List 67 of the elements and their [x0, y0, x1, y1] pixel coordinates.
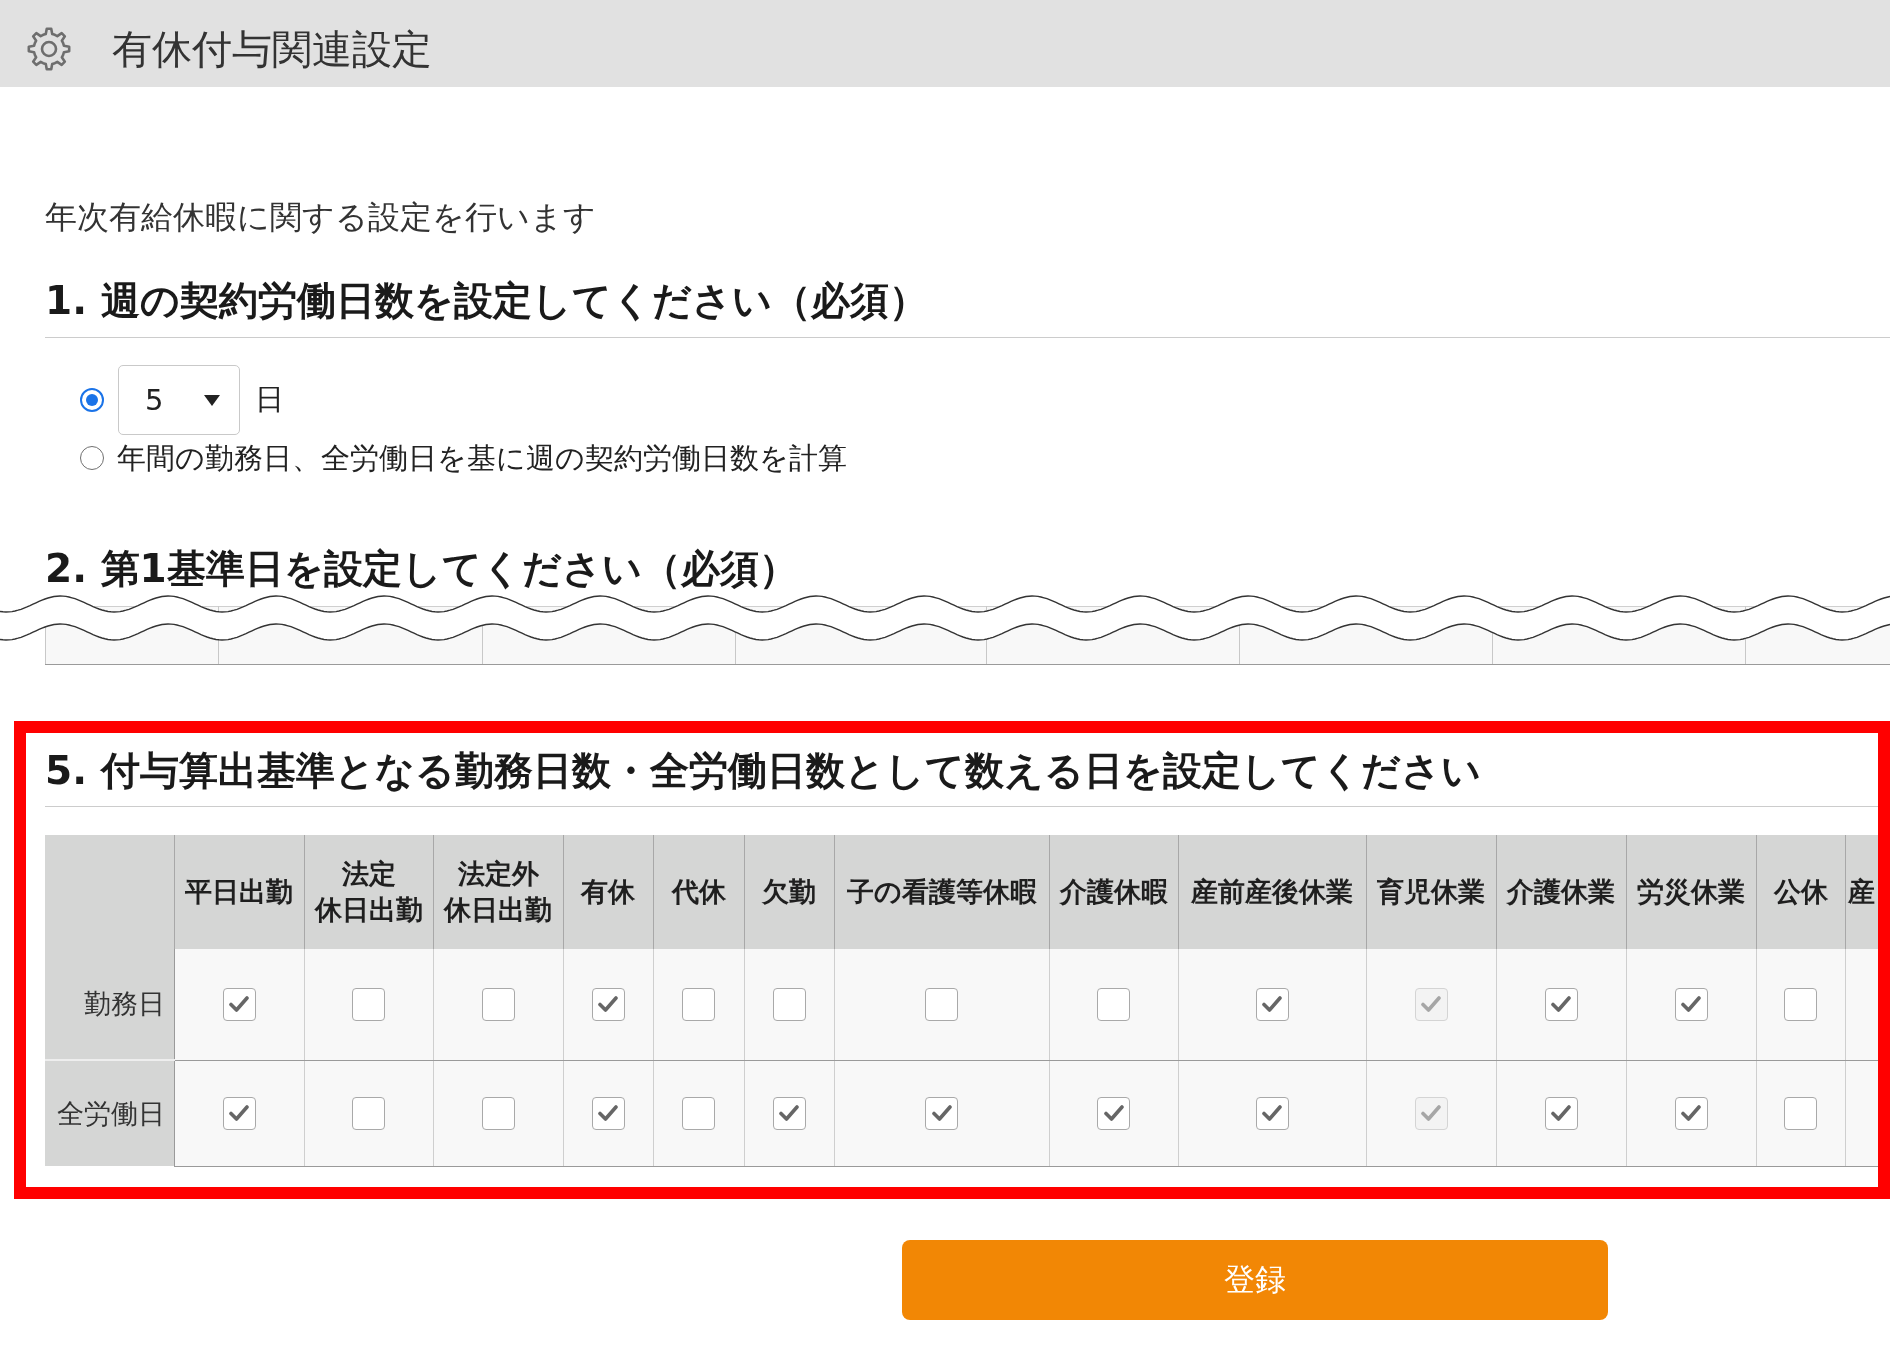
column-header: 労災休業 [1626, 835, 1756, 949]
section-heading: 2. 第1基準日を設定してください（必須） [45, 545, 798, 593]
row-header: 勤務日 [45, 949, 174, 1060]
column-header: 平日出勤 [174, 835, 304, 949]
checkmark-icon [1551, 996, 1571, 1013]
checkmark-icon [229, 996, 249, 1013]
column-header: 産 [1845, 835, 1878, 949]
checkbox[interactable] [352, 987, 385, 1021]
column-header: 産前産後休業 [1178, 835, 1366, 949]
radio-button[interactable] [80, 446, 104, 470]
checkbox[interactable] [772, 987, 806, 1021]
intro-text: 年次有給休暇に関する設定を行います [45, 197, 596, 237]
checkmark-icon [1421, 996, 1441, 1013]
checkmark-icon [1681, 996, 1701, 1013]
column-header: 欠勤 [744, 835, 834, 949]
checkbox[interactable] [1097, 987, 1130, 1021]
column-header: 育児休業 [1366, 835, 1496, 949]
checkbox[interactable] [1784, 987, 1817, 1021]
checkbox[interactable] [1544, 987, 1578, 1021]
checkmark-icon [1103, 1105, 1124, 1121]
column-header: 子の看護等休暇 [834, 835, 1049, 949]
column-header: 法定休日出勤 [304, 835, 433, 949]
checkmark-icon [931, 1105, 952, 1121]
checkmark-icon [779, 1105, 799, 1121]
checkbox[interactable] [682, 987, 715, 1021]
checkbox[interactable] [591, 987, 625, 1021]
column-header: 介護休業 [1496, 835, 1626, 949]
caret-icon [204, 394, 220, 406]
column-header: 代休 [653, 835, 744, 949]
checkbox[interactable] [1255, 987, 1289, 1021]
checkbox[interactable] [925, 1096, 958, 1130]
checkbox[interactable] [591, 1096, 625, 1130]
settings-icon [27, 26, 71, 71]
column-header: 法定外休日出勤 [433, 835, 563, 949]
radio-label: 年間の勤務日、全労働日を基に週の契約労働日数を計算 [117, 440, 847, 476]
checkbox[interactable] [481, 987, 515, 1021]
checkbox[interactable] [222, 987, 256, 1021]
checkbox[interactable] [222, 1096, 256, 1130]
checkbox[interactable] [1255, 1096, 1289, 1130]
column-header: 介護休暇 [1049, 835, 1178, 949]
unit-label: 日 [255, 381, 284, 418]
page-title: 有休付与関連設定 [112, 24, 432, 73]
column-header: 公休 [1756, 835, 1845, 949]
checkbox[interactable] [1544, 1096, 1578, 1130]
checkmark-icon [1262, 1105, 1282, 1121]
row-header: 全労働日 [45, 1060, 174, 1166]
section-heading: 5. 付与算出基準となる勤務日数・全労働日数として数える日を設定してください [45, 747, 1481, 795]
checkbox[interactable] [1097, 1096, 1130, 1130]
checkmark-icon [1262, 996, 1282, 1013]
checkmark-icon [598, 996, 618, 1013]
checkmark-icon [229, 1105, 249, 1121]
checkmark-icon [598, 1105, 618, 1121]
section-heading: 1. 週の契約労働日数を設定してください（必須） [45, 277, 928, 325]
checkbox[interactable] [1784, 1096, 1817, 1130]
radio-button[interactable] [80, 388, 104, 412]
checkbox[interactable] [352, 1096, 385, 1130]
checkbox[interactable] [481, 1096, 515, 1130]
checkbox[interactable] [1674, 987, 1708, 1021]
checkmark-icon [1551, 1105, 1571, 1121]
checkbox[interactable] [682, 1096, 715, 1130]
checkmark-icon [1681, 1105, 1701, 1121]
checkmark-icon [1421, 1105, 1441, 1121]
checkbox[interactable] [1674, 1096, 1708, 1130]
day-count-select[interactable]: 5 [118, 365, 240, 435]
checkbox[interactable] [772, 1096, 806, 1130]
column-header: 有休 [563, 835, 653, 949]
checkbox[interactable] [925, 987, 958, 1021]
